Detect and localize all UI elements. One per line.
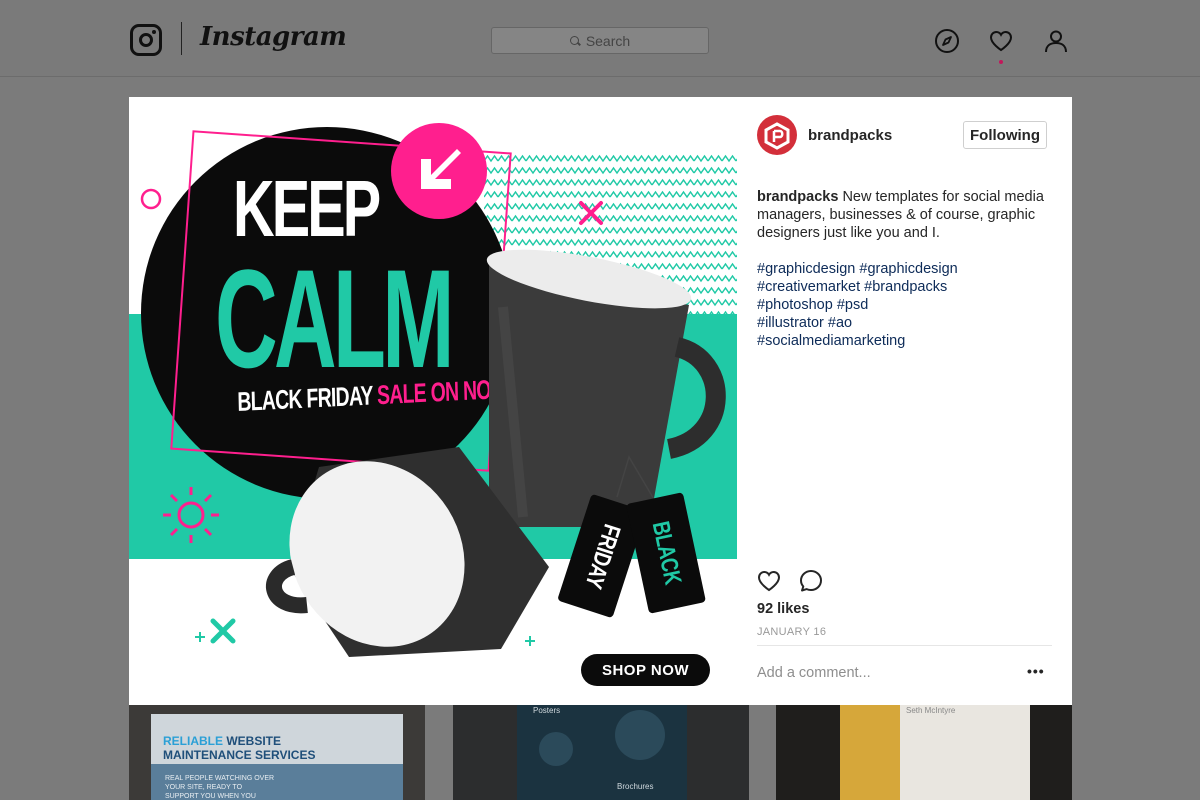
post-username[interactable]: brandpacks — [808, 127, 892, 144]
comment-divider — [757, 645, 1052, 646]
thumbnail-infographic: Posters Brochures — [517, 704, 687, 800]
hashtag-line[interactable]: #socialmediamarketing — [757, 332, 958, 350]
post-date: JANUARY 16 — [757, 626, 827, 638]
hashtag-line[interactable]: #creativemarket #brandpacks — [757, 278, 958, 296]
brandpacks-logo-icon — [764, 122, 790, 150]
hashtag-list: #graphicdesign #graphicdesign #creativem… — [757, 260, 958, 350]
post-sidebar: brandpacks Following brandpacks New temp… — [737, 97, 1072, 705]
tag-text-friday: FRIDAY — [579, 520, 626, 592]
comment-input[interactable]: Add a comment... — [757, 665, 871, 681]
search-icon — [569, 35, 580, 46]
post-modal: KEEP CALM BLACK FRIDAY SALE ON NOW FRIDA… — [129, 97, 1072, 705]
caption-username[interactable]: brandpacks — [757, 189, 838, 205]
notification-dot — [999, 60, 1003, 64]
thumbnail-label-brochures: Brochures — [617, 782, 654, 791]
following-button[interactable]: Following — [963, 121, 1047, 149]
teal-cross-mark — [210, 618, 236, 644]
hashtag-line[interactable]: #illustrator #ao — [757, 314, 958, 332]
hashtag-line[interactable]: #graphicdesign #graphicdesign — [757, 260, 958, 278]
post-image[interactable]: KEEP CALM BLACK FRIDAY SALE ON NOW FRIDA… — [129, 97, 737, 705]
instagram-wordmark[interactable]: Instagram — [200, 22, 347, 52]
feed-thumbnail-1[interactable]: RELIABLE WEBSITE MAINTENANCE SERVICES RE… — [129, 704, 425, 800]
pink-cross-mark — [579, 201, 603, 225]
feed-thumbnail-2[interactable]: Posters Brochures — [453, 704, 749, 800]
standing-mug — [486, 249, 726, 527]
instagram-glyph-icon[interactable] — [130, 24, 162, 56]
thumbnail-heading-c: MAINTENANCE SERVICES — [163, 748, 316, 762]
compass-icon[interactable] — [934, 28, 960, 54]
decorative-marks — [140, 188, 726, 657]
thumbnail-heading: RELIABLE WEBSITE MAINTENANCE SERVICES — [163, 734, 315, 762]
search-input[interactable]: Search — [491, 27, 709, 54]
more-options-icon[interactable]: ••• — [1027, 663, 1045, 679]
shop-now-button[interactable]: SHOP NOW — [581, 654, 710, 686]
resume-sidebar-strip — [840, 704, 900, 800]
heart-icon[interactable] — [988, 28, 1014, 54]
profile-icon[interactable] — [1043, 28, 1069, 54]
search-placeholder: Search — [585, 32, 631, 49]
post-caption: brandpacks New templates for social medi… — [757, 188, 1057, 242]
pink-sun-mark — [163, 487, 219, 543]
comment-bubble-icon[interactable] — [798, 568, 824, 594]
document-icon — [539, 732, 573, 766]
feed-thumbnail-3[interactable]: Seth McIntyre — [776, 704, 1072, 800]
thumbnail-flyer: RELIABLE WEBSITE MAINTENANCE SERVICES RE… — [151, 714, 403, 800]
thumbnail-heading-b: WEBSITE — [226, 734, 282, 748]
nav-divider — [181, 22, 182, 55]
thumbnail-name: Seth McIntyre — [906, 706, 956, 715]
thumbnail-text: REAL PEOPLE WATCHING OVER YOUR SITE, REA… — [165, 775, 275, 800]
pink-ring-mark — [140, 188, 162, 210]
hashtag-line[interactable]: #photoshop #psd — [757, 296, 958, 314]
thumbnail-resume: Seth McIntyre — [840, 704, 1030, 800]
top-nav: Instagram Search — [0, 0, 1200, 77]
like-heart-icon[interactable] — [756, 568, 782, 594]
map-icon — [615, 710, 665, 760]
tag-text-black: BLACK — [646, 518, 687, 587]
like-count[interactable]: 92 likes — [757, 601, 809, 617]
thumbnail-heading-a: RELIABLE — [163, 734, 223, 748]
avatar[interactable] — [757, 115, 797, 155]
thumbnail-label-posters: Posters — [533, 706, 561, 715]
